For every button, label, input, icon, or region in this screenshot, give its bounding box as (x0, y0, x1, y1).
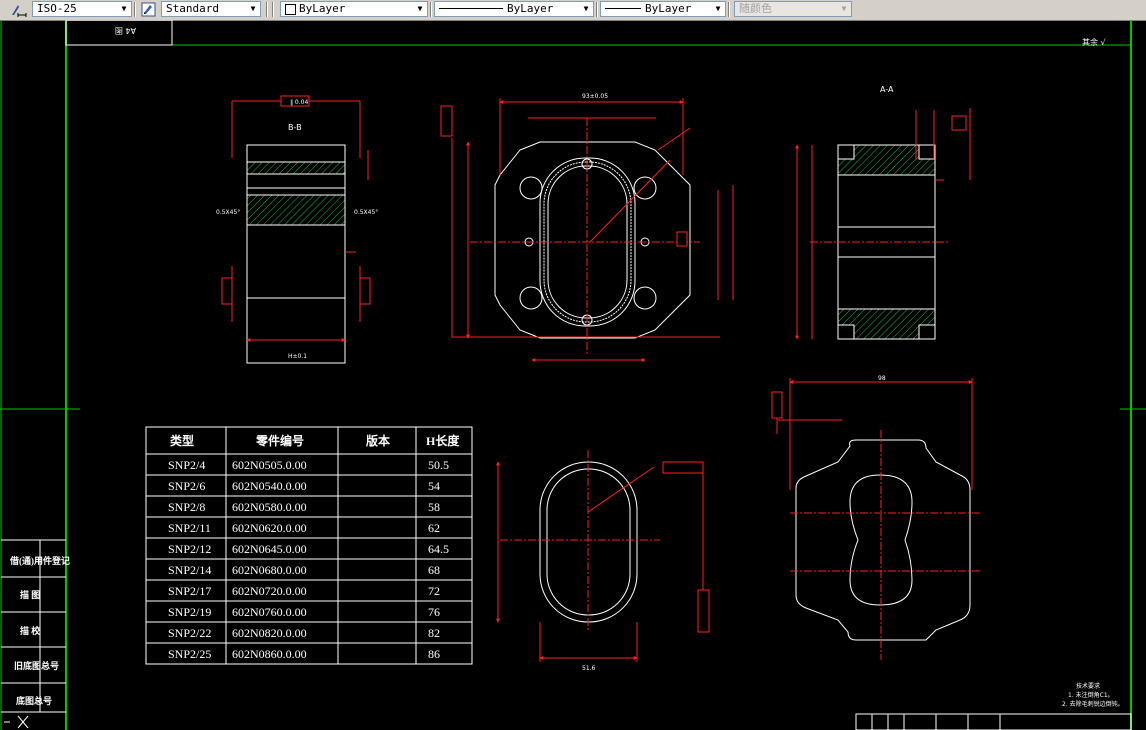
linetype-select[interactable]: ByLayer ▼ (434, 1, 594, 17)
plotstyle-select: 随颜色 ▼ (734, 1, 852, 17)
chevron-down-icon: ▼ (841, 4, 847, 13)
note-line: 1. 未注倒角C1。 (1068, 691, 1114, 699)
height-dim-text: H±0.1 (288, 353, 307, 360)
table-header-cell: 零件编号 (255, 433, 304, 448)
table-cell: 602N0760.0.00 (232, 605, 307, 619)
chevron-down-icon[interactable]: ▼ (711, 2, 725, 16)
layer-select[interactable]: ByLayer ▼ (280, 1, 428, 17)
table-cell: 72 (428, 584, 440, 598)
notes-title: 技术要求 (1076, 682, 1100, 690)
chevron-down-icon[interactable]: ▼ (246, 2, 260, 16)
table-cell: 602N0680.0.00 (232, 563, 307, 577)
plate-width-dim-text: 98 (878, 375, 886, 382)
text-style-value: Standard (166, 2, 219, 15)
oval-width-dim-text: 51.6 (582, 665, 596, 672)
layer-value: ByLayer (299, 2, 346, 15)
table-cell: 602N0505.0.00 (232, 458, 307, 472)
dimension-style-value: ISO-25 (37, 2, 77, 15)
chevron-down-icon[interactable]: ▼ (579, 2, 593, 16)
table-cell: SNP2/11 (168, 521, 211, 535)
linetype-value: ByLayer (507, 2, 554, 15)
chamfer-left-text: 0.5X45° (216, 209, 240, 216)
properties-toolbar: ISO-25 ▼ Standard ▼ ByLayer ▼ ByLayer ▼ … (0, 0, 1146, 21)
line-sample (439, 8, 503, 9)
dimension-style-select[interactable]: ISO-25 ▼ (32, 1, 132, 17)
table-cell: SNP2/17 (168, 584, 211, 598)
chevron-down-icon[interactable]: ▼ (413, 2, 427, 16)
chevron-down-icon[interactable]: ▼ (117, 2, 131, 16)
side-label: 底图总号 (16, 695, 52, 706)
cross-icon (4, 715, 29, 729)
text-style-select[interactable]: Standard ▼ (161, 1, 261, 17)
title-block (855, 713, 1132, 730)
table-cell: 68 (428, 563, 440, 577)
table-cell: 602N0820.0.00 (232, 626, 307, 640)
table-cell: SNP2/12 (168, 542, 211, 556)
table-cell: SNP2/14 (168, 563, 211, 577)
oval-view: 51.6 (496, 450, 710, 672)
side-label: 旧底图总号 (14, 660, 59, 671)
parallel-tolerance-icon: ∥ 0.04 (290, 99, 308, 106)
table-cell: 86 (428, 647, 440, 661)
side-registry: 借(通)用件登记 描 图 描 校 旧底图总号 底图总号 (1, 539, 70, 713)
table-cell: 50.5 (428, 458, 449, 472)
table-cell: 62 (428, 521, 440, 535)
table-cell: 602N0580.0.00 (232, 500, 307, 514)
table-cell: SNP2/8 (168, 500, 205, 514)
section-bb-label: B-B (288, 123, 302, 132)
dimension-style-icon[interactable] (10, 1, 28, 18)
table-cell: 602N0860.0.00 (232, 647, 307, 661)
table-cell: SNP2/25 (168, 647, 211, 661)
table-header-cell: 类型 (170, 433, 194, 448)
drawing-canvas[interactable]: A4 图 其余 √ 借(通)用件登记 描 图 描 校 旧底图总号 底图总号 B-… (0, 20, 1146, 730)
table-cell: 602N0540.0.00 (232, 479, 307, 493)
technical-notes: 技术要求 1. 未注倒角C1。 2. 去除毛刺锐边倒钝。 (1062, 682, 1124, 708)
table-cell: SNP2/19 (168, 605, 211, 619)
plate-view: 98 (771, 375, 980, 660)
chamfer-right-text: 0.5X45° (354, 209, 378, 216)
line-sample (605, 8, 641, 9)
plotstyle-value: 随颜色 (739, 2, 772, 15)
side-label: 借(通)用件登记 (9, 555, 70, 566)
lineweight-select[interactable]: ByLayer ▼ (600, 1, 726, 17)
section-bb-view: B-B ∥ 0.04 H±0.1 0.5X45° 0.5X45° (216, 95, 378, 364)
table-cell: 58 (428, 500, 440, 514)
table-cell: 82 (428, 626, 440, 640)
table-cell: SNP2/4 (168, 458, 205, 472)
title-block-tag-text: A4 图 (115, 26, 136, 35)
table-cell: 602N0720.0.00 (232, 584, 307, 598)
table-header-cell: H长度 (426, 433, 460, 448)
table-header-cell: 版本 (366, 433, 390, 448)
top-width-dim-text: 93±0.05 (582, 93, 608, 100)
table-cell: 602N0620.0.00 (232, 521, 307, 535)
table-cell: SNP2/22 (168, 626, 211, 640)
roughness-note: 其余 √ (1082, 37, 1107, 47)
sheet-frame (0, 20, 1146, 730)
table-cell: SNP2/6 (168, 479, 205, 493)
text-style-icon[interactable] (140, 1, 158, 18)
lineweight-value: ByLayer (645, 2, 692, 15)
side-label: 描 图 (20, 589, 40, 600)
table-cell: 602N0645.0.00 (232, 542, 307, 556)
table-cell: 76 (428, 605, 440, 619)
front-view: 93±0.05 (440, 93, 734, 362)
title-block-tag: A4 图 (65, 20, 173, 46)
table-cell: 64.5 (428, 542, 449, 556)
parts-table: 类型 零件编号 版本 H长度 SNP2/4 602N0505.0.00 50.5 SNP2/6… (145, 426, 473, 665)
side-label: 描 校 (20, 625, 41, 636)
section-aa-label: A-A (880, 85, 894, 94)
color-swatch (285, 4, 296, 15)
table-cell: 54 (428, 479, 440, 493)
note-line: 2. 去除毛刺锐边倒钝。 (1062, 700, 1124, 708)
section-aa-view: A-A (795, 85, 971, 340)
